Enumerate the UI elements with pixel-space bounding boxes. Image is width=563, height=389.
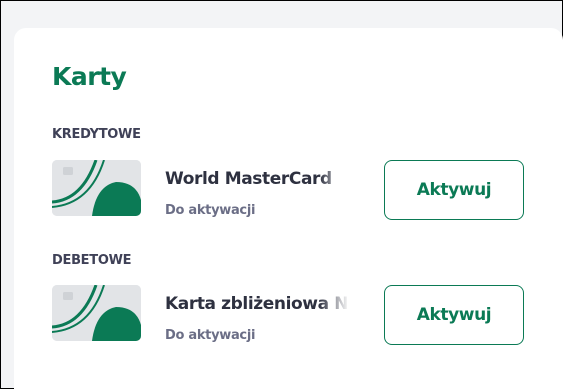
section-label-debit: DEBETOWE bbox=[52, 253, 132, 268]
section-label-credit: KREDYTOWE bbox=[52, 127, 141, 142]
activate-debit-card-button[interactable]: Aktywuj bbox=[384, 285, 524, 345]
card-status: Do aktywacji bbox=[165, 328, 256, 343]
card-name-world-mastercard[interactable]: World MasterCard bbox=[165, 169, 349, 189]
card-status: Do aktywacji bbox=[165, 203, 256, 218]
bank-card-icon bbox=[52, 160, 141, 216]
activate-credit-card-button[interactable]: Aktywuj bbox=[384, 160, 524, 220]
page-title: Karty bbox=[52, 62, 127, 91]
card-name-contactless[interactable]: Karta zbliżeniowa N bbox=[165, 294, 349, 314]
bank-card-icon bbox=[52, 285, 141, 341]
